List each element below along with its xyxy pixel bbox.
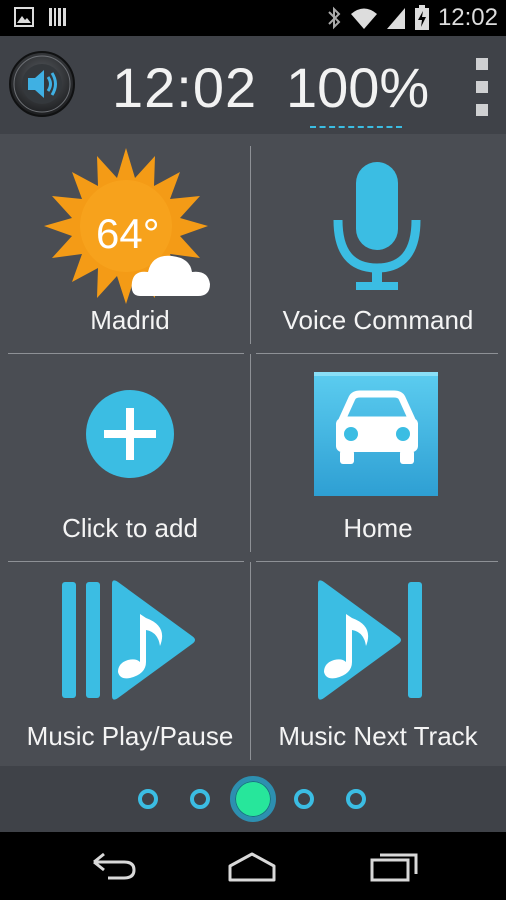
- tile-weather-madrid[interactable]: 64° Madrid: [8, 144, 252, 350]
- back-icon: [93, 852, 136, 880]
- tile-voice-command[interactable]: Voice Command: [256, 144, 500, 350]
- header-clock: 12:02: [112, 56, 258, 119]
- tile-label: Voice Command: [282, 305, 474, 335]
- header: 12:02 100%: [0, 36, 506, 134]
- tile-home[interactable]: Home: [256, 352, 500, 558]
- page-dot-3-active[interactable]: [230, 776, 276, 822]
- status-bar: 12:02: [0, 0, 506, 36]
- home-button[interactable]: [222, 846, 282, 886]
- tile-music-play-pause[interactable]: Music Play/Pause: [8, 560, 252, 766]
- back-button[interactable]: [84, 846, 144, 886]
- play-pause-icon: [62, 580, 195, 700]
- navigation-bar: [0, 832, 506, 900]
- recents-button[interactable]: [364, 846, 424, 886]
- image-icon: [14, 7, 34, 27]
- microphone-icon: [333, 162, 421, 290]
- overflow-menu-icon: [476, 58, 488, 70]
- speaker-button[interactable]: [8, 50, 76, 118]
- page-dot-1[interactable]: [138, 789, 158, 809]
- tile-label: Home: [343, 513, 413, 543]
- tile-music-next-track[interactable]: Music Next Track: [256, 560, 500, 766]
- tile-label: Madrid: [90, 305, 170, 335]
- page-dot-2[interactable]: [190, 789, 210, 809]
- weather-temperature: 64°: [96, 210, 160, 257]
- home-icon: [228, 852, 276, 882]
- status-time: 12:02: [437, 4, 498, 31]
- car-icon: [314, 372, 438, 496]
- tile-label: Click to add: [62, 513, 198, 543]
- recents-icon: [370, 853, 418, 882]
- battery-level[interactable]: 100%: [286, 58, 429, 118]
- signal-icon: [386, 8, 405, 29]
- overflow-menu-dot: [476, 104, 488, 116]
- overflow-menu-dot: [476, 81, 488, 93]
- page-dot-4[interactable]: [294, 789, 314, 809]
- tile-add-shortcut[interactable]: Click to add: [8, 352, 252, 558]
- tile-label: Music Play/Pause: [26, 721, 234, 751]
- barcode-icon: [49, 8, 66, 26]
- tile-label: Music Next Track: [278, 721, 478, 751]
- battery-underline: [310, 126, 402, 128]
- next-track-icon: [318, 580, 422, 700]
- screen: 12:02 12:02 100% 64° Madrid Voice Comman…: [0, 0, 506, 900]
- speaker-icon: [9, 51, 75, 117]
- bluetooth-icon: [328, 6, 341, 30]
- shortcut-grid: 64° Madrid Voice Command Click to add Ho…: [0, 136, 506, 766]
- overflow-menu-button[interactable]: [470, 58, 494, 116]
- page-indicator: [0, 766, 506, 832]
- battery-charging-icon: [414, 5, 429, 30]
- add-icon: [86, 390, 174, 478]
- wifi-icon: [350, 8, 377, 29]
- page-dot-5[interactable]: [346, 789, 366, 809]
